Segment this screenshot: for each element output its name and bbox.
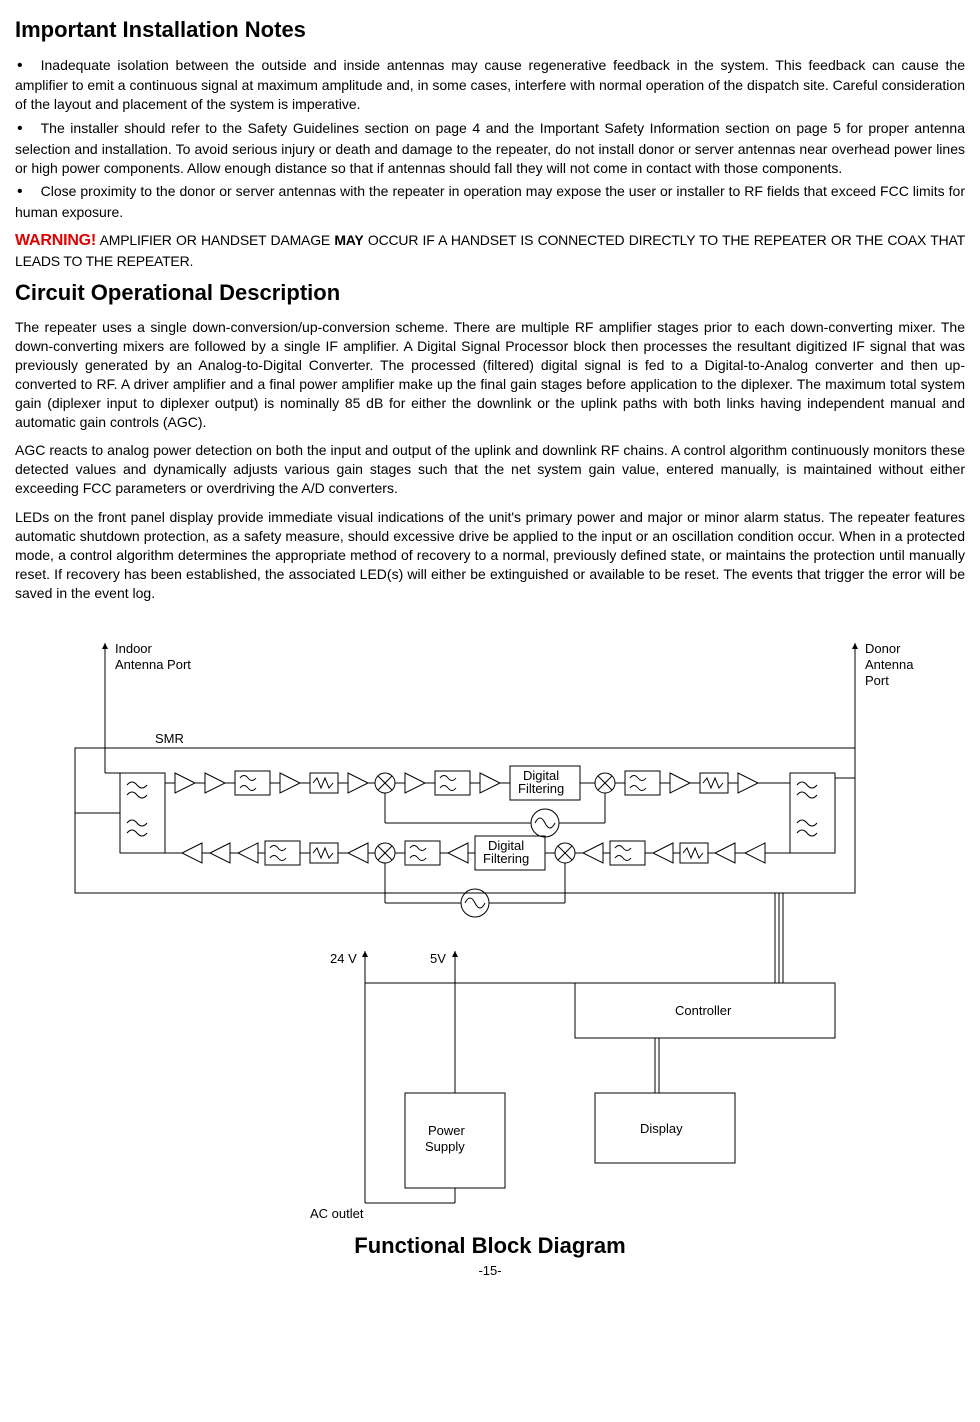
label-controller: Controller xyxy=(675,1003,732,1018)
page-number: -15- xyxy=(15,1262,965,1280)
label-supply: Supply xyxy=(425,1139,465,1154)
bullet-1-text: Inadequate isolation between the outside… xyxy=(15,57,965,112)
bullet-2-text: The installer should refer to the Safety… xyxy=(15,120,965,175)
label-donor: Donor xyxy=(865,641,901,656)
block-diagram: Indoor Antenna Port Donor Antenna Port S… xyxy=(55,623,925,1261)
label-power: Power xyxy=(428,1123,466,1138)
bullet-1: •Inadequate isolation between the outsid… xyxy=(15,55,965,114)
heading-circuit-desc: Circuit Operational Description xyxy=(15,278,965,308)
label-indoor-port: Antenna Port xyxy=(115,657,191,672)
label-ac-outlet: AC outlet xyxy=(310,1206,364,1221)
bullet-3-text: Close proximity to the donor or server a… xyxy=(15,183,965,220)
bullet-3: •Close proximity to the donor or server … xyxy=(15,181,965,221)
label-indoor: Indoor xyxy=(115,641,153,656)
label-donor-antenna: Antenna xyxy=(865,657,914,672)
label-display: Display xyxy=(640,1121,683,1136)
label-24v: 24 V xyxy=(330,951,357,966)
label-filtering-top: Filtering xyxy=(518,781,564,796)
circuit-p2: AGC reacts to analog power detection on … xyxy=(15,441,965,498)
label-5v: 5V xyxy=(430,951,446,966)
warning-line: WARNING! AMPLIFIER OR HANDSET DAMAGE MAY… xyxy=(15,230,965,270)
diagram-title: Functional Block Diagram xyxy=(55,1231,925,1261)
circuit-p3: LEDs on the front panel display provide … xyxy=(15,508,965,602)
warning-pre: AMPLIFIER OR HANDSET DAMAGE xyxy=(96,232,334,248)
heading-install-notes: Important Installation Notes xyxy=(15,15,965,45)
label-filtering-bot: Filtering xyxy=(483,851,529,866)
warning-bold: MAY xyxy=(334,232,363,248)
circuit-p1: The repeater uses a single down-conversi… xyxy=(15,318,965,431)
warning-label: WARNING! xyxy=(15,232,96,249)
label-smr: SMR xyxy=(155,731,184,746)
label-donor-port: Port xyxy=(865,673,889,688)
bullet-2: •The installer should refer to the Safet… xyxy=(15,118,965,177)
